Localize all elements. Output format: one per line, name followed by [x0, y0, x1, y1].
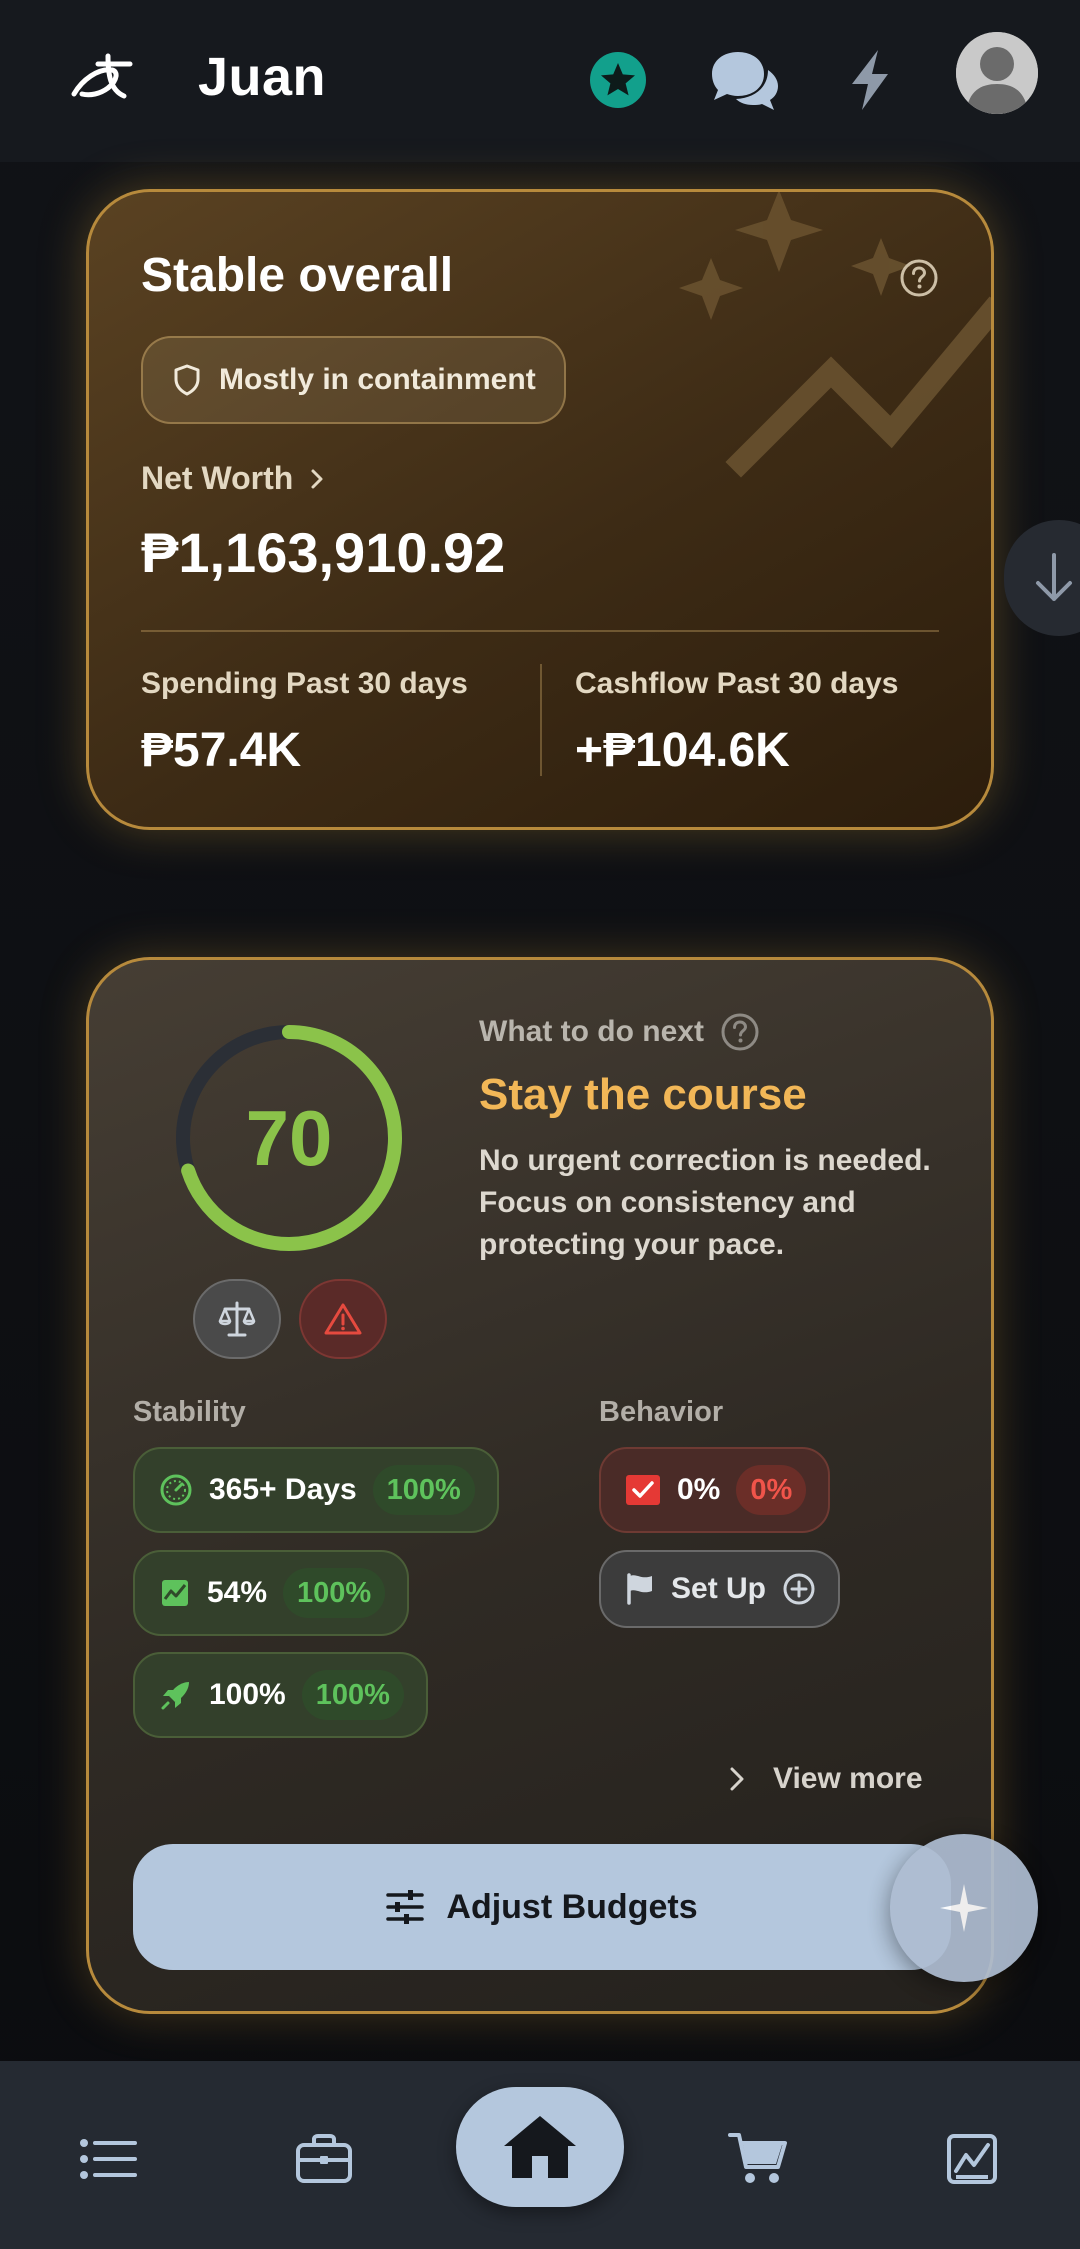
tune-icon: [386, 1890, 425, 1924]
nav-portfolio-button[interactable]: [276, 2111, 372, 2207]
rocket-icon: [161, 1682, 189, 1710]
next-step-header: What to do next: [479, 1012, 760, 1052]
nav-shopping-button[interactable]: [710, 2111, 806, 2207]
user-name: Juan: [198, 47, 327, 107]
trend-chart-icon: [162, 1580, 188, 1606]
health-score: 70: [245, 1093, 333, 1182]
sparkle-trend-icon: [679, 192, 991, 478]
nav-insights-button[interactable]: [924, 2111, 1020, 2207]
next-step-title: Stay the course: [479, 1070, 807, 1119]
chip-percentage: 100%: [301, 1670, 404, 1720]
chip-text: 0%: [677, 1473, 721, 1506]
chip-text: 365+ Days: [209, 1473, 357, 1506]
spending-stat: Spending Past 30 days ₱57.4K: [141, 667, 468, 778]
chip-percentage: 0%: [736, 1465, 807, 1515]
containment-status-pill[interactable]: Mostly in containment: [141, 336, 566, 424]
stability-chip-growth[interactable]: 100% 100%: [133, 1652, 428, 1738]
chip-percentage: 100%: [372, 1465, 475, 1515]
chart-icon: [947, 2134, 997, 2184]
stability-chip-savings[interactable]: 54% 100%: [133, 1550, 410, 1636]
chevron-right-icon: [311, 469, 323, 488]
flag-icon: [627, 1573, 652, 1605]
cashflow-label: Cashflow Past 30 days: [575, 667, 899, 700]
stability-chip-runway[interactable]: 365+ Days 100%: [133, 1447, 499, 1533]
top-app-bar: Juan: [0, 0, 1080, 162]
stability-label: Stability: [133, 1396, 246, 1428]
divider: [141, 630, 939, 632]
behavior-label: Behavior: [599, 1396, 724, 1428]
cashflow-stat: Cashflow Past 30 days +₱104.6K: [575, 667, 898, 778]
arrow-down-icon: [1036, 553, 1072, 601]
home-icon: [504, 2116, 576, 2178]
next-step-label: What to do next: [479, 1015, 704, 1048]
cashflow-value: +₱104.6K: [575, 724, 790, 777]
behavior-chip-adherence[interactable]: 0% 0%: [599, 1447, 831, 1533]
bottom-navigation: [0, 2061, 1080, 2249]
sparkle-icon: [940, 1884, 988, 1932]
net-worth-link[interactable]: Net Worth: [141, 460, 325, 497]
logo-icon: [71, 53, 133, 99]
avatar[interactable]: [956, 32, 1038, 114]
chip-text: 100%: [209, 1678, 286, 1711]
view-more-link[interactable]: View more: [729, 1762, 923, 1796]
help-icon[interactable]: [720, 1012, 760, 1052]
shield-icon: [174, 364, 200, 396]
chip-percentage: 100%: [283, 1568, 386, 1618]
warning-icon[interactable]: [299, 1279, 387, 1359]
adjust-budgets-label: Adjust Budgets: [446, 1887, 698, 1926]
nav-list-button[interactable]: [60, 2111, 156, 2207]
list-icon: [80, 2139, 137, 2179]
sparkle-fab-button[interactable]: [890, 1834, 1038, 1982]
view-more-label: View more: [773, 1762, 923, 1795]
scroll-down-button[interactable]: [1004, 520, 1080, 636]
spending-value: ₱57.4K: [141, 724, 302, 777]
status-title: Stable overall: [141, 249, 454, 302]
chat-icon[interactable]: [694, 30, 794, 130]
help-icon[interactable]: [899, 258, 939, 298]
stat-separator: [540, 664, 542, 776]
star-badge-icon[interactable]: [568, 30, 668, 130]
checkbox-icon: [626, 1475, 660, 1505]
app-root: Juan Stable overall Mostly in containmen…: [0, 0, 1080, 2249]
briefcase-icon: [296, 2134, 352, 2183]
spending-label: Spending Past 30 days: [141, 667, 468, 700]
financial-health-card: 70 What to do next Stay the course No ur…: [86, 957, 994, 2014]
net-worth-label: Net Worth: [141, 460, 294, 496]
net-worth-value: ₱1,163,910.92: [141, 521, 506, 584]
adjust-budgets-button[interactable]: Adjust Budgets: [133, 1844, 951, 1970]
financial-summary-card[interactable]: Stable overall Mostly in containment Net…: [86, 189, 994, 830]
chevron-right-icon: [730, 1767, 744, 1791]
setup-label: Set Up: [671, 1572, 767, 1605]
cart-icon: [728, 2133, 787, 2183]
next-step-description: No urgent correction is needed. Focus on…: [479, 1144, 931, 1261]
containment-label: Mostly in containment: [219, 363, 536, 396]
speedometer-icon: [160, 1474, 192, 1506]
behavior-setup-button[interactable]: Set Up: [599, 1550, 841, 1628]
balance-scale-icon[interactable]: [193, 1279, 281, 1359]
add-circle-icon: [783, 1573, 815, 1605]
chip-text: 54%: [207, 1576, 268, 1609]
bolt-icon[interactable]: [820, 30, 920, 130]
nav-home-button[interactable]: [456, 2087, 624, 2207]
